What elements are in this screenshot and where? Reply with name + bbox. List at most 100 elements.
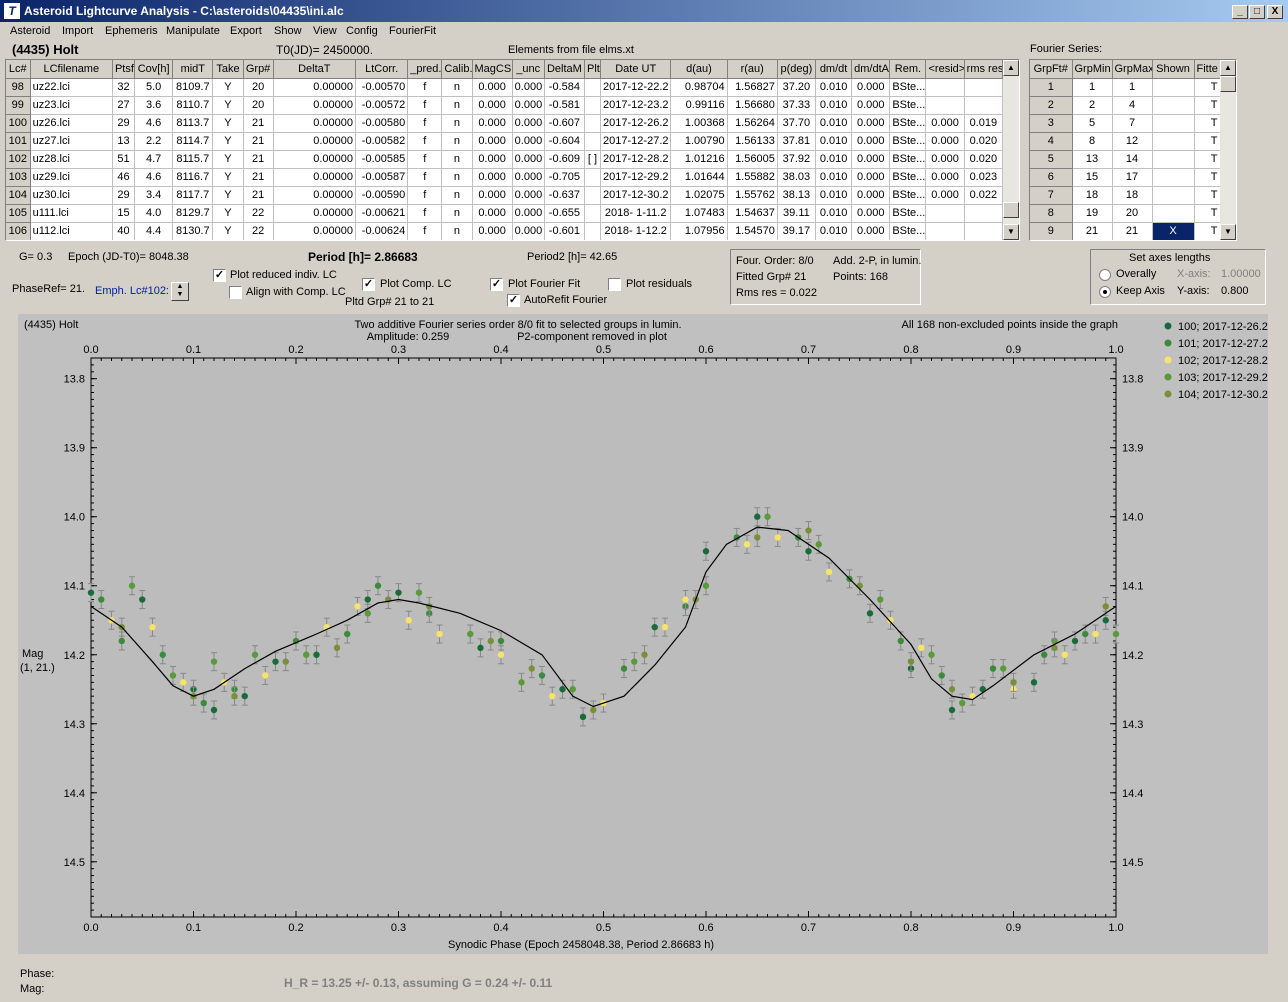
lc-table-cell[interactable]: [964, 78, 1004, 97]
lc-table-cell[interactable]: -0.607: [544, 114, 585, 133]
lc-table-cell[interactable]: 37.70: [777, 114, 817, 133]
ft-table-cell[interactable]: 1: [1072, 78, 1113, 97]
lc-table-cell[interactable]: 0.023: [964, 168, 1004, 187]
lc-table-cell[interactable]: 0.00000: [273, 168, 357, 187]
keep-axis-radio[interactable]: [1099, 286, 1111, 298]
lc-col-header[interactable]: d(au): [670, 60, 728, 79]
ft-table-cell[interactable]: 9: [1030, 222, 1073, 240]
lc-table-cell[interactable]: 0.000: [472, 222, 513, 240]
menu-fourierfit[interactable]: FourierFit: [389, 25, 436, 37]
lc-table-cell[interactable]: f: [407, 132, 443, 151]
ft-table-cell[interactable]: 1: [1030, 78, 1073, 97]
lc-table-cell[interactable]: 0.020: [964, 150, 1004, 169]
lc-table-cell[interactable]: f: [407, 168, 443, 187]
lc-table-cell[interactable]: uz22.lci: [30, 78, 113, 97]
ft-table-row[interactable]: 111T: [1030, 78, 1221, 97]
align-checkbox[interactable]: [229, 286, 242, 299]
lc-table-cell[interactable]: 1.01644: [670, 168, 728, 187]
lc-table-cell[interactable]: [584, 168, 602, 187]
lc-table-cell[interactable]: 27: [112, 96, 136, 115]
lc-table-cell[interactable]: 1.56005: [727, 150, 778, 169]
lc-table-cell[interactable]: [584, 78, 602, 97]
ft-table-cell[interactable]: 14: [1112, 150, 1153, 169]
lc-table-cell[interactable]: BSte...: [889, 96, 927, 115]
lc-table-cell[interactable]: 0.000: [472, 186, 513, 205]
lc-table-cell[interactable]: 1.56680: [727, 96, 778, 115]
lc-col-header[interactable]: LtCorr.: [355, 60, 409, 79]
menu-config[interactable]: Config: [346, 25, 378, 37]
period-value[interactable]: Period [h]= 2.86683: [308, 250, 418, 264]
lc-table-cell[interactable]: 0.000: [512, 204, 545, 223]
ft-col-header[interactable]: Shown: [1152, 60, 1195, 79]
lc-table-cell[interactable]: -0.705: [544, 168, 585, 187]
lc-table-cell[interactable]: 15: [112, 204, 136, 223]
lc-col-header[interactable]: p(deg): [777, 60, 817, 79]
ft-table-cell[interactable]: [1152, 186, 1195, 205]
lc-table-cell[interactable]: 2017-12-29.2: [600, 168, 672, 187]
lc-table-cell[interactable]: 1.54570: [727, 222, 778, 240]
lc-table-cell[interactable]: 8110.7: [172, 96, 214, 115]
lc-table-cell[interactable]: BSte...: [889, 168, 927, 187]
lc-table-cell[interactable]: f: [407, 204, 443, 223]
ft-table-cell[interactable]: 5: [1030, 150, 1073, 169]
lc-table-cell[interactable]: u112.lci: [30, 222, 113, 240]
lc-table-cell[interactable]: 0.010: [815, 168, 853, 187]
lc-col-header[interactable]: Take: [212, 60, 244, 79]
lc-table-cell[interactable]: 104: [6, 186, 31, 205]
fourier-series-table[interactable]: GrpFt# GrpMin GrpMax Shown Fitte 111T224T357…: [1029, 59, 1237, 241]
lc-table-cell[interactable]: 0.00000: [273, 222, 357, 240]
lc-table-cell[interactable]: 22: [243, 222, 274, 240]
ft-table-cell[interactable]: [1152, 204, 1195, 223]
lc-table-cell[interactable]: 1.54637: [727, 204, 778, 223]
lc-table-cell[interactable]: 2018- 1-11.2: [600, 204, 672, 223]
lc-table-cell[interactable]: [964, 96, 1004, 115]
ft-table-cell[interactable]: [1152, 78, 1195, 97]
lc-table-cell[interactable]: 0.000: [925, 132, 965, 151]
lc-table-cell[interactable]: 0.000: [512, 96, 545, 115]
lc-table-cell[interactable]: 0.000: [512, 168, 545, 187]
plot-residuals-checkbox[interactable]: [608, 278, 621, 291]
emph-lc-spinner[interactable]: ▲ ▼: [171, 282, 189, 301]
lc-table-cell[interactable]: -0.604: [544, 132, 585, 151]
lc-table-cell[interactable]: -0.00582: [355, 132, 409, 151]
lc-table-cell[interactable]: 2017-12-22.2: [600, 78, 672, 97]
lc-table-cell[interactable]: 51: [112, 150, 136, 169]
lc-table-cell[interactable]: 1.56827: [727, 78, 778, 97]
ft-col-header[interactable]: GrpFt#: [1030, 60, 1073, 79]
lc-table-cell[interactable]: 29: [112, 186, 136, 205]
lc-table-cell[interactable]: 1.00368: [670, 114, 728, 133]
ft-table-cell[interactable]: T: [1194, 96, 1221, 115]
lc-table-cell[interactable]: 8129.7: [172, 204, 214, 223]
lc-col-header[interactable]: DeltaT: [273, 60, 357, 79]
lc-table-cell[interactable]: 0.000: [512, 150, 545, 169]
lc-table-cell[interactable]: -0.00590: [355, 186, 409, 205]
lc-col-header[interactable]: midT: [172, 60, 214, 79]
lc-table-cell[interactable]: n: [441, 150, 473, 169]
lc-table-cell[interactable]: [964, 204, 1004, 223]
ft-table-cell[interactable]: T: [1194, 186, 1221, 205]
lc-table-cell[interactable]: -0.00570: [355, 78, 409, 97]
lc-table-cell[interactable]: Y: [212, 186, 244, 205]
lc-table-cell[interactable]: 0.000: [472, 114, 513, 133]
spin-up-icon[interactable]: ▲: [172, 283, 188, 291]
lc-table-cell[interactable]: 37.92: [777, 150, 817, 169]
lc-table-cell[interactable]: BSte...: [889, 114, 927, 133]
ft-table-cell[interactable]: 2: [1072, 96, 1113, 115]
lc-table-cell[interactable]: Y: [212, 96, 244, 115]
lc-table-row[interactable]: 106 u112.lci 40 4.4 8130.7 Y 22 0.00000 -0.00624…: [6, 222, 1004, 240]
lc-table-cell[interactable]: [584, 114, 602, 133]
lc-table-row[interactable]: 98 uz22.lci 32 5.0 8109.7 Y 20 0.00000 -0.00570 f…: [6, 78, 1004, 97]
lc-table-cell[interactable]: 5.0: [134, 78, 174, 97]
lc-table-cell[interactable]: [ ]: [584, 150, 602, 169]
lc-table-cell[interactable]: 0.00000: [273, 204, 357, 223]
lc-table-cell[interactable]: 0.010: [815, 186, 853, 205]
ft-table-cell[interactable]: [1152, 150, 1195, 169]
lc-table-cell[interactable]: 0.010: [815, 78, 853, 97]
ft-table-cell[interactable]: 4: [1112, 96, 1153, 115]
lc-table-cell[interactable]: 1.02075: [670, 186, 728, 205]
lc-col-header[interactable]: Lc#: [6, 60, 31, 79]
minimize-button[interactable]: _: [1232, 5, 1248, 19]
lc-col-header[interactable]: _pred.: [407, 60, 443, 79]
lc-table-cell[interactable]: 21: [243, 114, 274, 133]
lc-table-cell[interactable]: 0.000: [925, 114, 965, 133]
